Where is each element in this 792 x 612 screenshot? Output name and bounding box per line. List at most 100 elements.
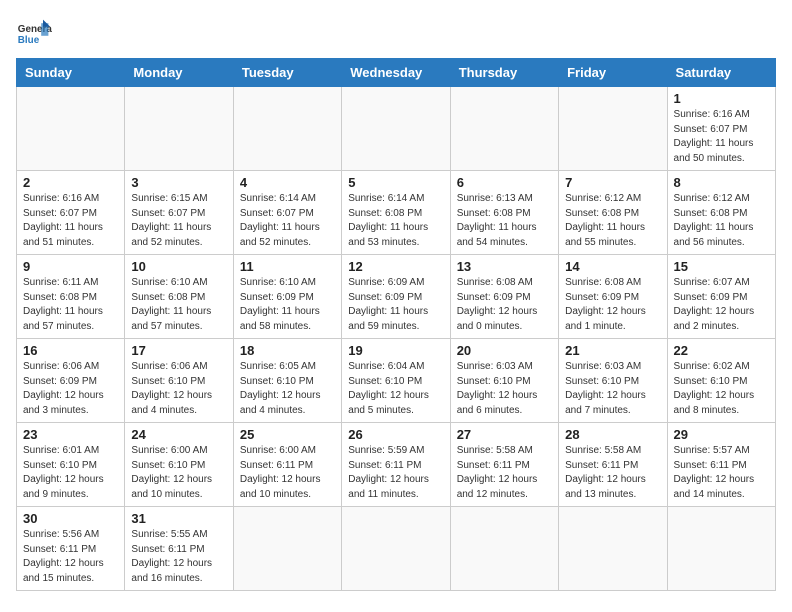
calendar-cell (342, 87, 450, 171)
calendar-cell (559, 507, 667, 591)
calendar-week-row: 1 Sunrise: 6:16 AM Sunset: 6:07 PM Daylig… (17, 87, 776, 171)
day-info: Sunrise: 6:04 AM Sunset: 6:10 PM Dayligh… (348, 360, 443, 418)
day-number: 8 (674, 175, 769, 190)
calendar-cell: 16Sunrise: 6:06 AM Sunset: 6:09 PM Dayli… (17, 339, 125, 423)
weekday-header: Tuesday (233, 59, 341, 87)
calendar-cell: 18 Sunrise: 6:05 AM Sunset: 6:10 PM Dayli… (233, 339, 341, 423)
day-number: 6 (457, 175, 552, 190)
day-number: 11 (240, 259, 335, 274)
calendar-body: 1 Sunrise: 6:16 AM Sunset: 6:07 PM Daylig… (17, 87, 776, 591)
day-info: Sunrise: 6:03 AM Sunset: 6:10 PM Dayligh… (457, 360, 552, 418)
calendar-cell (667, 507, 775, 591)
day-number: 20 (457, 343, 552, 358)
day-number: 19 (348, 343, 443, 358)
calendar-cell: 1 Sunrise: 6:16 AM Sunset: 6:07 PM Daylig… (667, 87, 775, 171)
day-info: Sunrise: 6:02 AM Sunset: 6:10 PM Dayligh… (674, 360, 769, 418)
day-number: 10 (131, 259, 226, 274)
calendar-cell (17, 87, 125, 171)
day-info: Sunrise: 6:16 AM Sunset: 6:07 PM Dayligh… (674, 108, 769, 166)
day-info: Sunrise: 6:15 AM Sunset: 6:07 PM Dayligh… (131, 192, 226, 250)
day-number: 31 (131, 511, 226, 526)
calendar-cell: 7Sunrise: 6:12 AM Sunset: 6:08 PM Daylig… (559, 171, 667, 255)
calendar-cell (450, 87, 558, 171)
day-number: 13 (457, 259, 552, 274)
calendar-cell: 4 Sunrise: 6:14 AM Sunset: 6:07 PM Daylig… (233, 171, 341, 255)
calendar-cell: 6Sunrise: 6:13 AM Sunset: 6:08 PM Daylig… (450, 171, 558, 255)
weekday-header: Sunday (17, 59, 125, 87)
day-info: Sunrise: 6:09 AM Sunset: 6:09 PM Dayligh… (348, 276, 443, 334)
day-number: 7 (565, 175, 660, 190)
day-number: 18 (240, 343, 335, 358)
day-info: Sunrise: 6:00 AM Sunset: 6:10 PM Dayligh… (131, 444, 226, 502)
calendar-cell: 10 Sunrise: 6:10 AM Sunset: 6:08 PM Dayli… (125, 255, 233, 339)
day-info: Sunrise: 6:11 AM Sunset: 6:08 PM Dayligh… (23, 276, 118, 334)
day-number: 22 (674, 343, 769, 358)
calendar-header-row: SundayMondayTuesdayWednesdayThursdayFrid… (17, 59, 776, 87)
weekday-header: Friday (559, 59, 667, 87)
calendar-cell: 20 Sunrise: 6:03 AM Sunset: 6:10 PM Dayli… (450, 339, 558, 423)
day-info: Sunrise: 6:14 AM Sunset: 6:07 PM Dayligh… (240, 192, 335, 250)
day-number: 25 (240, 427, 335, 442)
calendar-cell: 22 Sunrise: 6:02 AM Sunset: 6:10 PM Dayli… (667, 339, 775, 423)
day-number: 15 (674, 259, 769, 274)
weekday-header: Wednesday (342, 59, 450, 87)
weekday-header: Monday (125, 59, 233, 87)
day-info: Sunrise: 6:08 AM Sunset: 6:09 PM Dayligh… (565, 276, 660, 334)
calendar-cell: 12Sunrise: 6:09 AM Sunset: 6:09 PM Dayli… (342, 255, 450, 339)
day-info: Sunrise: 6:14 AM Sunset: 6:08 PM Dayligh… (348, 192, 443, 250)
calendar-cell: 25Sunrise: 6:00 AM Sunset: 6:11 PM Dayli… (233, 423, 341, 507)
day-number: 5 (348, 175, 443, 190)
day-number: 1 (674, 91, 769, 106)
calendar-cell: 26 Sunrise: 5:59 AM Sunset: 6:11 PM Dayli… (342, 423, 450, 507)
calendar-cell: 5 Sunrise: 6:14 AM Sunset: 6:08 PM Daylig… (342, 171, 450, 255)
day-info: Sunrise: 5:57 AM Sunset: 6:11 PM Dayligh… (674, 444, 769, 502)
day-number: 28 (565, 427, 660, 442)
day-number: 30 (23, 511, 118, 526)
day-info: Sunrise: 5:55 AM Sunset: 6:11 PM Dayligh… (131, 528, 226, 586)
calendar-cell: 2 Sunrise: 6:16 AM Sunset: 6:07 PM Daylig… (17, 171, 125, 255)
day-info: Sunrise: 6:03 AM Sunset: 6:10 PM Dayligh… (565, 360, 660, 418)
calendar-cell: 13 Sunrise: 6:08 AM Sunset: 6:09 PM Dayli… (450, 255, 558, 339)
calendar-week-row: 2 Sunrise: 6:16 AM Sunset: 6:07 PM Daylig… (17, 171, 776, 255)
calendar-table: SundayMondayTuesdayWednesdayThursdayFrid… (16, 58, 776, 591)
day-number: 23 (23, 427, 118, 442)
calendar-cell: 28Sunrise: 5:58 AM Sunset: 6:11 PM Dayli… (559, 423, 667, 507)
day-info: Sunrise: 5:59 AM Sunset: 6:11 PM Dayligh… (348, 444, 443, 502)
calendar-cell (233, 87, 341, 171)
calendar-week-row: 23Sunrise: 6:01 AM Sunset: 6:10 PM Dayli… (17, 423, 776, 507)
calendar-cell: 15 Sunrise: 6:07 AM Sunset: 6:09 PM Dayli… (667, 255, 775, 339)
calendar-cell: 31 Sunrise: 5:55 AM Sunset: 6:11 PM Dayli… (125, 507, 233, 591)
day-info: Sunrise: 6:08 AM Sunset: 6:09 PM Dayligh… (457, 276, 552, 334)
calendar-cell: 23Sunrise: 6:01 AM Sunset: 6:10 PM Dayli… (17, 423, 125, 507)
calendar-cell: 8 Sunrise: 6:12 AM Sunset: 6:08 PM Daylig… (667, 171, 775, 255)
calendar-cell: 29Sunrise: 5:57 AM Sunset: 6:11 PM Dayli… (667, 423, 775, 507)
day-info: Sunrise: 6:05 AM Sunset: 6:10 PM Dayligh… (240, 360, 335, 418)
day-info: Sunrise: 6:16 AM Sunset: 6:07 PM Dayligh… (23, 192, 118, 250)
day-info: Sunrise: 6:10 AM Sunset: 6:08 PM Dayligh… (131, 276, 226, 334)
day-info: Sunrise: 6:07 AM Sunset: 6:09 PM Dayligh… (674, 276, 769, 334)
day-info: Sunrise: 6:10 AM Sunset: 6:09 PM Dayligh… (240, 276, 335, 334)
day-number: 4 (240, 175, 335, 190)
calendar-cell (559, 87, 667, 171)
day-number: 9 (23, 259, 118, 274)
calendar-cell: 11 Sunrise: 6:10 AM Sunset: 6:09 PM Dayli… (233, 255, 341, 339)
day-number: 26 (348, 427, 443, 442)
day-number: 17 (131, 343, 226, 358)
header: General Blue (16, 16, 776, 52)
logo: General Blue (16, 16, 52, 52)
calendar-cell (450, 507, 558, 591)
day-number: 16 (23, 343, 118, 358)
day-number: 21 (565, 343, 660, 358)
day-info: Sunrise: 5:56 AM Sunset: 6:11 PM Dayligh… (23, 528, 118, 586)
day-info: Sunrise: 6:12 AM Sunset: 6:08 PM Dayligh… (674, 192, 769, 250)
day-number: 27 (457, 427, 552, 442)
weekday-header: Saturday (667, 59, 775, 87)
calendar-week-row: 9 Sunrise: 6:11 AM Sunset: 6:08 PM Daylig… (17, 255, 776, 339)
day-number: 2 (23, 175, 118, 190)
calendar-cell: 30 Sunrise: 5:56 AM Sunset: 6:11 PM Dayli… (17, 507, 125, 591)
calendar-week-row: 30 Sunrise: 5:56 AM Sunset: 6:11 PM Dayli… (17, 507, 776, 591)
weekday-header: Thursday (450, 59, 558, 87)
day-number: 14 (565, 259, 660, 274)
calendar-cell: 24Sunrise: 6:00 AM Sunset: 6:10 PM Dayli… (125, 423, 233, 507)
calendar-cell: 27Sunrise: 5:58 AM Sunset: 6:11 PM Dayli… (450, 423, 558, 507)
